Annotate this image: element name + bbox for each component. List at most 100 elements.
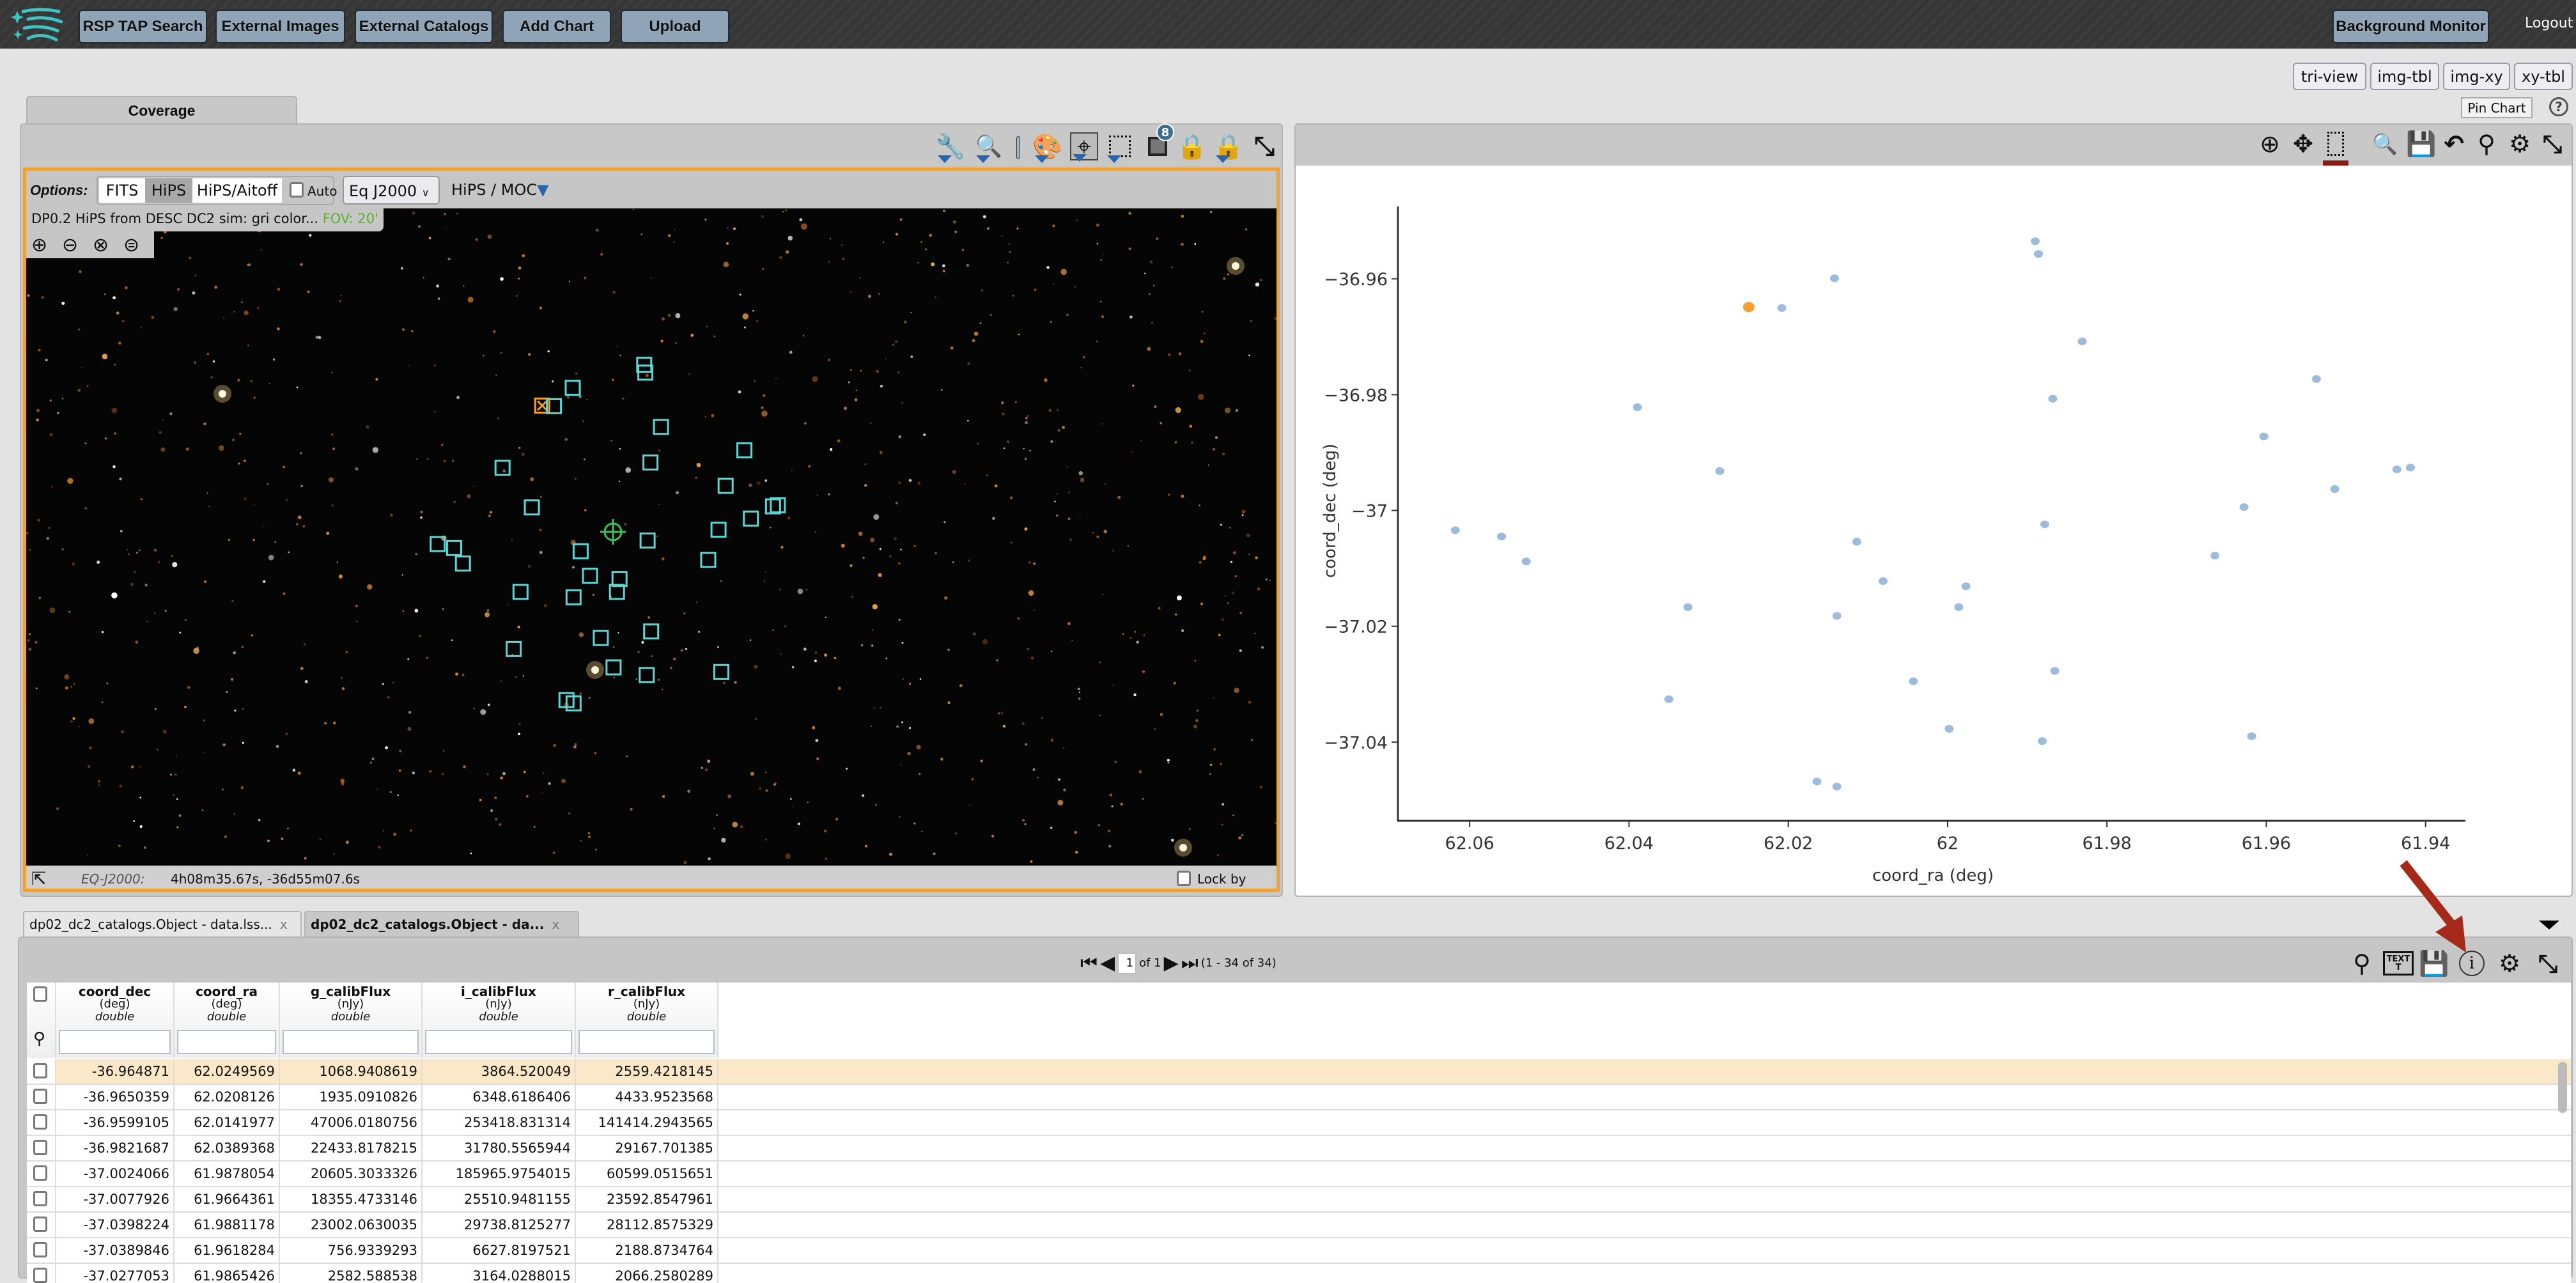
close-icon[interactable]: x <box>280 917 288 932</box>
data-point[interactable] <box>1777 304 1787 312</box>
data-point[interactable] <box>1497 533 1507 541</box>
column-header-r_calibFlux[interactable]: r_calibFlux (nJy) double <box>576 983 718 1058</box>
projection-hips-aitoff[interactable]: HiPS/Aitoff <box>192 178 282 203</box>
xy-tbl-button[interactable]: xy-tbl <box>2514 63 2573 90</box>
catalog-marker[interactable] <box>512 584 529 600</box>
coord-system-select[interactable]: Eq J2000 ∨ <box>343 176 440 205</box>
prev-page-icon[interactable]: ◀ <box>1100 952 1115 974</box>
catalog-marker[interactable] <box>593 630 609 646</box>
catalog-marker[interactable] <box>713 664 729 680</box>
last-page-icon[interactable]: ⏭ <box>1181 952 1199 974</box>
table-row[interactable]: -36.964871 62.0249569 1068.9408619 3864.520… <box>27 1059 2571 1085</box>
img-xy-button[interactable]: img-xy <box>2443 63 2510 90</box>
data-point[interactable] <box>1944 724 1954 733</box>
projection-fits[interactable]: FITS <box>99 178 145 203</box>
table-row[interactable]: -37.0077926 61.9664361 18355.4733146 25510.… <box>27 1187 2571 1213</box>
table-row[interactable]: -37.0389846 61.9618284 756.9339293 6627.819… <box>27 1238 2571 1264</box>
row-checkbox[interactable] <box>33 1242 47 1257</box>
table-row[interactable]: -37.0398224 61.9881178 23002.0630035 29738.… <box>27 1213 2571 1238</box>
data-point[interactable] <box>1909 677 1918 685</box>
upload-button[interactable]: Upload <box>621 10 729 43</box>
row-checkbox[interactable] <box>33 1268 47 1283</box>
data-point[interactable] <box>2038 737 2047 745</box>
row-checkbox[interactable] <box>33 1089 47 1104</box>
img-tbl-button[interactable]: img-tbl <box>2370 63 2439 90</box>
data-point[interactable] <box>2247 732 2256 740</box>
layers-icon[interactable]: 8 <box>1144 123 1174 160</box>
column-filter-input[interactable] <box>578 1030 715 1054</box>
background-monitor-button[interactable]: Background Monitor <box>2332 10 2489 43</box>
catalog-marker[interactable] <box>643 623 660 640</box>
table-tab-1[interactable]: dp02_dc2_catalogs.Object - data.lss... x <box>23 911 302 937</box>
help-icon[interactable]: ? <box>2549 97 2568 116</box>
catalog-marker[interactable] <box>524 499 540 516</box>
catalog-marker[interactable] <box>446 540 462 556</box>
column-header-coord_ra[interactable]: coord_ra (deg) double <box>175 983 280 1058</box>
sky-image[interactable] <box>26 206 1276 864</box>
logout-link[interactable]: Logout <box>2525 15 2573 31</box>
pin-chart-button[interactable]: Pin Chart <box>2461 97 2533 118</box>
data-point[interactable] <box>2239 503 2249 511</box>
catalog-marker[interactable] <box>609 584 625 600</box>
data-point[interactable] <box>2048 394 2058 403</box>
data-point[interactable] <box>1633 403 1642 412</box>
catalog-marker[interactable] <box>710 522 727 538</box>
column-filter-input[interactable] <box>283 1030 419 1054</box>
add-chart-button[interactable]: Add Chart <box>502 10 611 43</box>
rsp-tap-search-button[interactable]: RSP TAP Search <box>79 10 207 43</box>
row-checkbox[interactable] <box>33 1165 47 1181</box>
tab-coverage[interactable]: Coverage <box>26 96 297 125</box>
hips-moc-menu[interactable]: HiPS / MOC▼ <box>451 181 549 199</box>
zoom-fill-icon[interactable]: ⊜ <box>123 234 139 256</box>
first-page-icon[interactable]: ⏮ <box>1080 952 1098 974</box>
projection-hips[interactable]: HiPS <box>145 178 192 203</box>
catalog-marker[interactable] <box>454 555 471 572</box>
catalog-marker[interactable] <box>642 454 659 470</box>
catalog-marker[interactable] <box>572 543 589 559</box>
next-page-icon[interactable]: ▶ <box>1164 952 1179 974</box>
popout-icon[interactable]: ⇱ <box>31 868 46 889</box>
column-header-g_calibFlux[interactable]: g_calibFlux (nJy) double <box>280 983 423 1058</box>
data-point[interactable] <box>1832 612 1842 620</box>
row-checkbox[interactable] <box>33 1140 47 1155</box>
catalog-marker[interactable] <box>736 442 752 458</box>
table-scrollbar[interactable] <box>2558 1062 2567 1113</box>
data-point[interactable] <box>2330 485 2339 494</box>
catalog-marker[interactable] <box>653 419 669 435</box>
column-filter-input[interactable] <box>59 1030 171 1054</box>
table-row[interactable]: -36.9599105 62.0141977 47006.0180756 253418… <box>27 1110 2571 1136</box>
column-header-coord_dec[interactable]: coord_dec (deg) double <box>56 983 175 1058</box>
data-point[interactable] <box>2311 375 2321 383</box>
catalog-marker[interactable] <box>717 478 734 494</box>
data-point[interactable] <box>1664 695 1673 703</box>
auto-checkbox[interactable] <box>290 182 304 198</box>
data-point[interactable] <box>1715 467 1725 475</box>
select-all-checkbox[interactable] <box>33 986 47 1002</box>
image-lock-icon[interactable]: 🔒 <box>1213 132 1244 163</box>
settings-icon[interactable]: ⚙ <box>2495 949 2524 977</box>
tri-view-button[interactable]: tri-view <box>2293 63 2366 90</box>
image-viewer[interactable]: Options: FITS HiPS HiPS/Aitoff Auto Eq J… <box>23 167 1280 892</box>
close-icon[interactable]: x <box>552 917 559 932</box>
table-tab-2[interactable]: dp02_dc2_catalogs.Object - da... x <box>304 911 579 937</box>
data-point[interactable] <box>2406 463 2416 472</box>
wrench-icon[interactable]: 🔧 <box>935 132 966 163</box>
data-point[interactable] <box>1852 538 1861 546</box>
catalog-lock-icon[interactable]: 🔒 <box>1177 132 1207 160</box>
crosshair-icon[interactable]: ⌖ <box>1070 132 1098 162</box>
data-point[interactable] <box>2040 520 2049 529</box>
page-input[interactable]: 1 <box>1117 952 1137 974</box>
catalog-marker[interactable] <box>582 568 598 584</box>
data-point[interactable] <box>1961 582 1971 591</box>
zoom-fit-icon[interactable]: ⊗ <box>93 234 109 256</box>
data-point[interactable] <box>1878 577 1888 586</box>
data-point[interactable] <box>1521 557 1531 566</box>
catalog-marker[interactable] <box>639 667 655 683</box>
catalog-marker[interactable] <box>743 510 759 527</box>
data-point[interactable] <box>1829 274 1839 283</box>
catalog-marker[interactable] <box>764 498 781 515</box>
data-point[interactable] <box>2392 465 2401 474</box>
row-checkbox[interactable] <box>33 1217 47 1232</box>
catalog-marker[interactable] <box>605 659 622 676</box>
catalog-marker[interactable] <box>506 641 522 657</box>
